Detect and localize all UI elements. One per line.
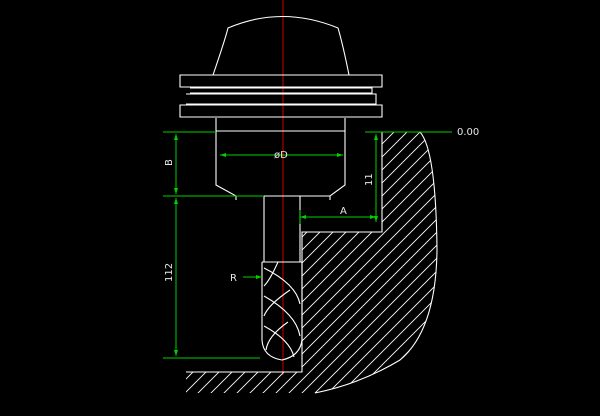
hatch-line xyxy=(444,120,600,416)
hatch-line xyxy=(391,132,437,393)
hatch-line xyxy=(287,132,437,393)
b-label: B xyxy=(164,159,175,166)
holder-flange xyxy=(179,74,383,118)
diameter-label: øD xyxy=(274,150,288,161)
cutter-body xyxy=(261,262,303,361)
hatch-line xyxy=(274,132,437,393)
hatch-line xyxy=(352,132,437,393)
hatch-line xyxy=(548,120,600,416)
dim-11-label: 11 xyxy=(364,173,375,186)
hatch-line xyxy=(313,132,437,393)
hatch-line xyxy=(509,120,600,416)
cutter-shank xyxy=(262,196,302,263)
hatch-line xyxy=(0,120,185,416)
hatch-line xyxy=(0,120,120,416)
hatch-line xyxy=(404,132,437,393)
a-label: A xyxy=(340,206,347,217)
hatch-line xyxy=(0,120,146,416)
hatch-line xyxy=(300,132,437,393)
hatch-line xyxy=(0,120,159,416)
dimension-b: B xyxy=(163,131,264,197)
cad-drawing-viewport[interactable]: øD B 112 11 A R 0.00 xyxy=(0,0,600,416)
hatch-line xyxy=(535,120,600,416)
dimension-112: 112 xyxy=(163,198,260,359)
hatch-line xyxy=(261,132,437,393)
cutter-flutes xyxy=(263,261,301,358)
radius-callout: R xyxy=(230,273,262,284)
hatch-line xyxy=(496,120,600,416)
hatch-line xyxy=(574,120,600,416)
hatch-line xyxy=(326,132,437,393)
hatch-line xyxy=(561,120,600,416)
hatch-line xyxy=(0,120,133,416)
hatch-line xyxy=(522,120,600,416)
dimension-diameter: øD xyxy=(220,150,343,161)
dim-112-label: 112 xyxy=(164,263,175,282)
datum-label: 0.00 xyxy=(457,127,479,138)
hatch-line xyxy=(417,132,437,393)
spindle-outline xyxy=(212,16,350,76)
toolholder-cross-section-drawing[interactable]: øD B 112 11 A R 0.00 xyxy=(0,0,600,416)
dimension-a: A xyxy=(299,206,376,224)
hatch-line xyxy=(378,132,437,393)
radius-label: R xyxy=(230,273,237,284)
hatch-line xyxy=(457,120,600,416)
hatch-line xyxy=(483,120,600,416)
hatch-line xyxy=(186,132,212,393)
hatch-line xyxy=(0,120,172,416)
hatch-line xyxy=(470,120,600,416)
workpiece-outline xyxy=(186,131,438,394)
hatch-line xyxy=(587,120,600,416)
hatch-line xyxy=(430,132,437,393)
